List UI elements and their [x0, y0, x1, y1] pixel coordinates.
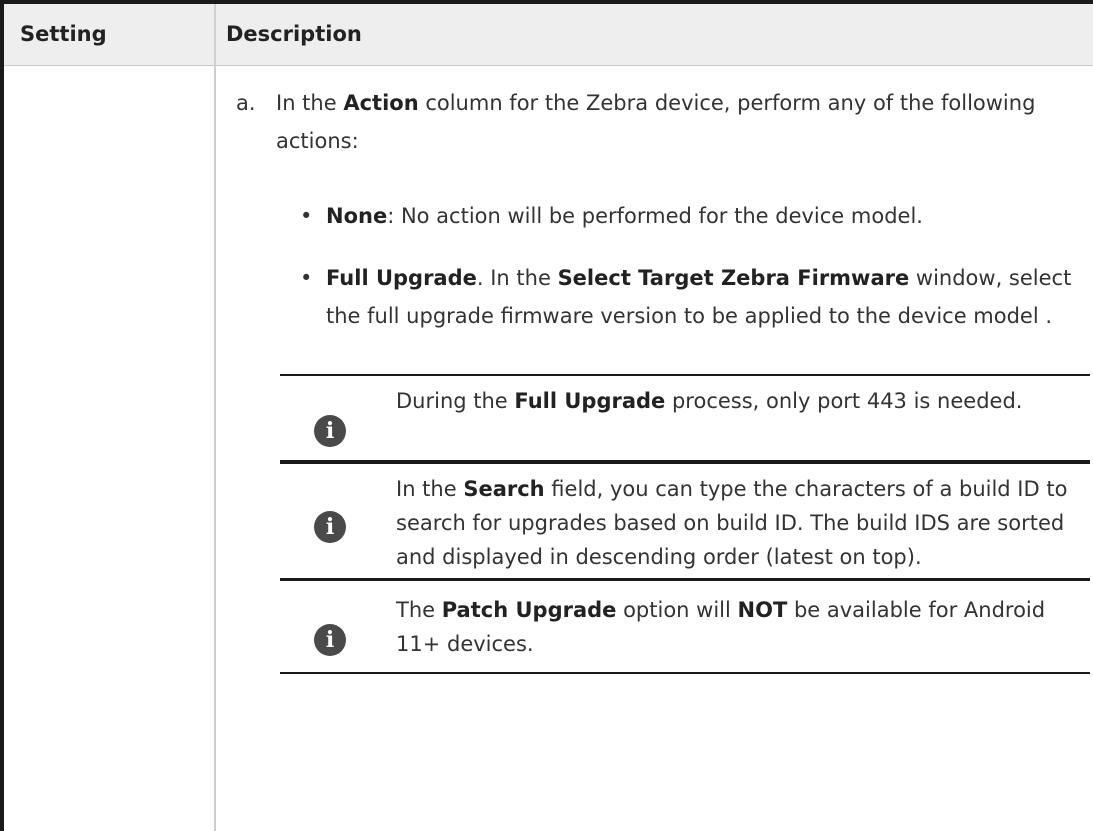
note-text-pre: In the [396, 477, 464, 501]
bullet-bold: Full Upgrade [326, 266, 477, 290]
note-full-upgrade-port: i During the Full Upgrade process, only … [280, 374, 1090, 464]
bullet-bold-window: Select Target Zebra Firmware [557, 266, 910, 290]
note-patch-upgrade: i The Patch Upgrade option will NOT be a… [280, 579, 1090, 679]
note-rule-bottom [280, 672, 1090, 674]
note-text: The Patch Upgrade option will NOT be ava… [396, 593, 1076, 661]
note-text-bold: Patch Upgrade [441, 598, 617, 622]
note-rule-top [280, 460, 1090, 462]
header-description: Description [226, 22, 362, 46]
step-a-text: In the Action column for the Zebra devic… [276, 84, 1084, 160]
step-a-text-pre: In the [276, 91, 344, 115]
note-rule-top [280, 579, 1090, 581]
header-setting: Setting [20, 22, 107, 46]
note-text-bold: Search [463, 477, 545, 501]
settings-table: Setting Description a. In the Action col… [0, 0, 1093, 831]
bullet-dot: • [300, 266, 313, 290]
note-text-post: process, only port 443 is needed. [665, 389, 1023, 413]
bullet-body: : No action will be performed for the de… [387, 204, 923, 228]
note-rule-top [280, 374, 1090, 376]
info-icon: i [314, 511, 346, 543]
info-icon: i [314, 624, 346, 656]
bullet-dot: • [300, 204, 313, 228]
note-text-bold: Full Upgrade [514, 389, 666, 413]
step-a-text-bold: Action [343, 91, 419, 115]
bullet-text: Full Upgrade. In the Select Target Zebra… [326, 259, 1092, 335]
note-text: In the Search field, you can type the ch… [396, 472, 1076, 574]
column-divider [214, 4, 216, 831]
note-text-bold-not: NOT [737, 598, 788, 622]
bullet-bold: None [326, 204, 388, 228]
note-search-field: i In the Search field, you can type the … [280, 460, 1090, 590]
note-text: During the Full Upgrade process, only po… [396, 384, 1076, 418]
note-text-pre: The [396, 598, 442, 622]
bullet-body: . In the [476, 266, 558, 290]
step-marker: a. [236, 91, 256, 115]
bullet-text: None: No action will be performed for th… [326, 197, 1092, 235]
note-text-mid: option will [616, 598, 738, 622]
table-header-row: Setting Description [4, 4, 1093, 66]
info-icon: i [314, 415, 346, 447]
note-text-pre: During the [396, 389, 515, 413]
